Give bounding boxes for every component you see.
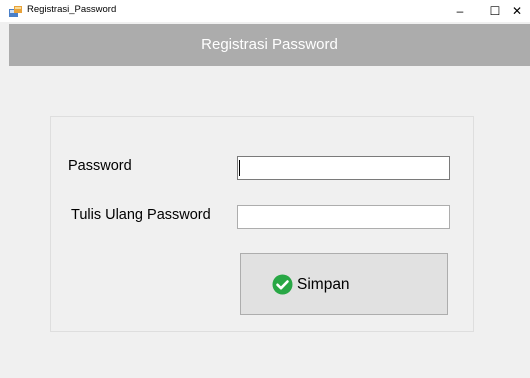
page-title: Registrasi Password bbox=[201, 36, 338, 53]
text-caret bbox=[239, 160, 240, 176]
window-title: Registrasi_Password bbox=[27, 4, 117, 15]
save-button[interactable]: Simpan bbox=[240, 253, 448, 315]
app-icon bbox=[9, 5, 22, 17]
title-bar: Registrasi_Password – ☐ ✕ bbox=[0, 0, 530, 22]
header-bar: Registrasi Password bbox=[9, 24, 530, 66]
password-label: Password bbox=[68, 158, 132, 174]
retype-password-input[interactable] bbox=[237, 205, 450, 229]
save-button-label: Simpan bbox=[297, 276, 350, 293]
minimize-button[interactable]: – bbox=[442, 0, 478, 22]
password-input[interactable] bbox=[237, 156, 450, 180]
close-button[interactable]: ✕ bbox=[510, 0, 530, 22]
check-circle-icon bbox=[272, 274, 293, 295]
maximize-button[interactable]: ☐ bbox=[477, 0, 513, 22]
retype-password-label: Tulis Ulang Password bbox=[71, 207, 211, 223]
